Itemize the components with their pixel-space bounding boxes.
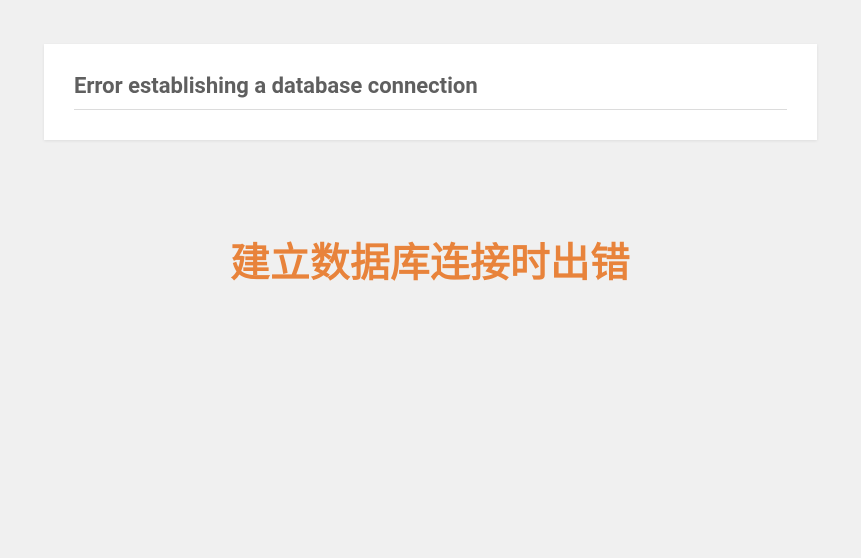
error-card: Error establishing a database connection xyxy=(44,44,817,140)
error-title-chinese: 建立数据库连接时出错 xyxy=(0,230,861,288)
error-title-english: Error establishing a database connection xyxy=(74,74,787,110)
